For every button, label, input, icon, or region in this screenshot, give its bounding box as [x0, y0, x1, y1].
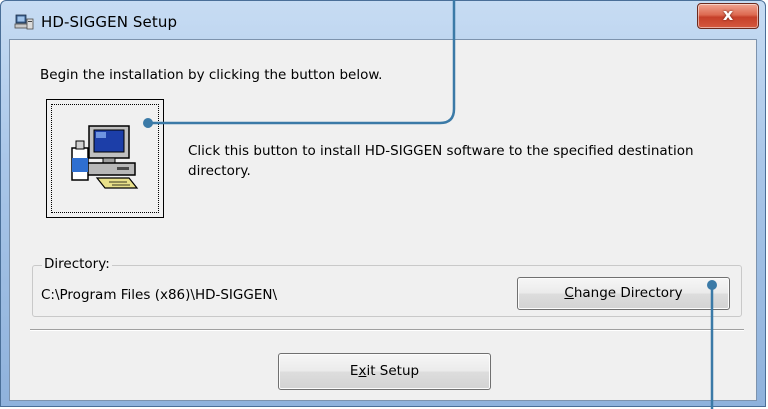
change-directory-button[interactable]: Change Directory — [517, 277, 730, 310]
close-button[interactable]: x — [697, 3, 759, 29]
directory-groupbox: Directory: C:\Program Files (x86)\HD-SIG… — [32, 256, 742, 317]
installer-computer-icon — [71, 125, 139, 189]
intro-text: Begin the installation by clicking the b… — [40, 67, 383, 83]
close-icon: x — [722, 5, 734, 24]
separator-line — [30, 329, 744, 331]
change-directory-label: hange Directory — [573, 285, 683, 301]
exit-setup-label-end: it Setup — [366, 363, 420, 379]
exit-setup-button[interactable]: Exit Setup — [278, 353, 491, 390]
setup-computer-icon — [14, 14, 34, 30]
directory-path: C:\Program Files (x86)\HD-SIGGEN\ — [41, 287, 278, 303]
window-title: HD-SIGGEN Setup — [41, 13, 178, 31]
change-directory-accel: C — [564, 285, 574, 301]
directory-label: Directory: — [42, 256, 112, 272]
title-bar[interactable]: HD-SIGGEN Setup x — [1, 1, 765, 41]
install-button[interactable] — [46, 99, 164, 218]
install-description: Click this button to install HD-SIGGEN s… — [188, 143, 694, 179]
setup-window: HD-SIGGEN Setup x Begin the installation… — [0, 0, 766, 407]
dialog-body: Begin the installation by clicking the b… — [9, 39, 757, 401]
screenshot-stage: HD-SIGGEN Setup x Begin the installation… — [0, 0, 768, 409]
